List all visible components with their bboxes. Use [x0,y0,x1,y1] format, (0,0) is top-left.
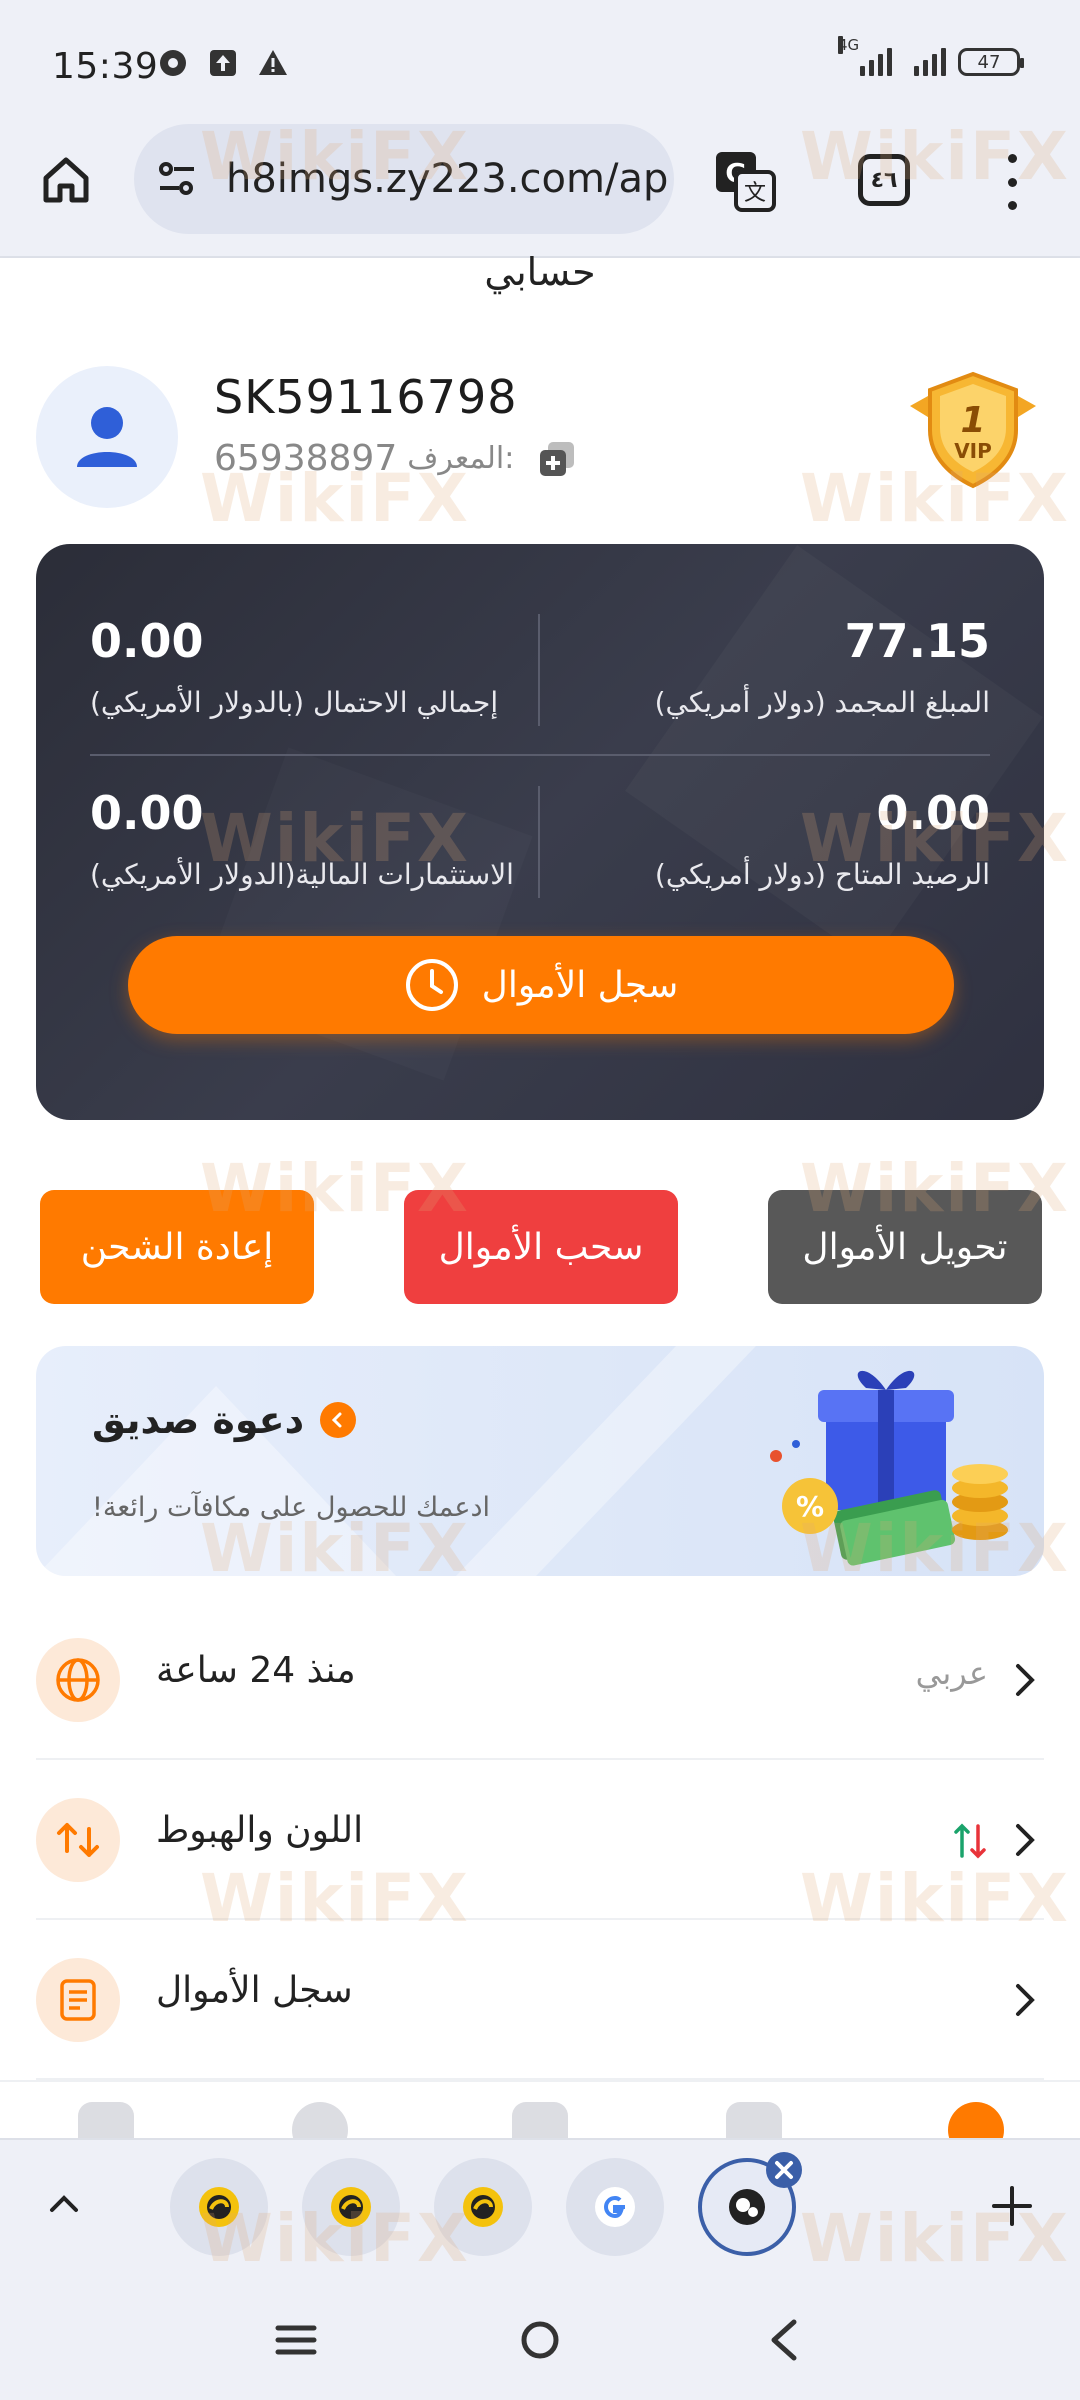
browser-tab[interactable] [566,2158,664,2256]
invite-friend-banner[interactable]: دعوة صديق !ادعمك للحصول على مكافآت رائعة… [36,1346,1044,1576]
home-icon[interactable] [38,152,94,208]
page-header: حسابي [0,250,1080,330]
upload-icon [208,48,238,78]
available-label: الرصيد المتاح (دولار أمريكي) [654,858,990,891]
recent-apps-icon[interactable] [266,2312,326,2368]
available-value: 0.00 [876,786,991,840]
chevron-right-icon [1016,1984,1035,2016]
settings-item-timezone[interactable]: منذ 24 ساعة عربي [36,1600,1044,1760]
network-type: 4G [838,36,860,54]
invite-title-row: دعوة صديق [92,1398,357,1442]
battery-icon: 47 [958,48,1024,76]
card-divider [90,754,990,756]
page-title: حسابي [484,250,596,294]
url-text: h8imgs.zy223.com/ap [226,156,669,202]
svg-text:%: % [796,1490,824,1523]
recharge-button[interactable]: إعادة الشحن [40,1190,314,1304]
chevron-right-icon [1016,1664,1035,1696]
vip-text: VIP [954,439,992,463]
chevron-up-icon[interactable] [44,2184,84,2224]
chevron-right-icon [320,1402,357,1438]
google-favicon [595,2187,635,2227]
globe-icon [36,1638,120,1722]
app-favicon [199,2187,239,2227]
settings-item-value: عربي [915,1654,988,1692]
translate-icon[interactable]: G文 [712,148,778,214]
status-notifications [158,48,288,78]
status-system-icons: 4G 47 [838,36,1024,76]
tabs-icon[interactable]: ٤٦ [858,154,910,206]
current-site-favicon [729,2189,765,2225]
gift-illustration-icon: % [770,1370,1008,1566]
browser-tab[interactable] [302,2158,400,2256]
app-favicon [331,2187,371,2227]
clock-icon [405,959,458,1011]
close-tab-icon[interactable] [764,2150,804,2190]
investments: 0.00 الاستثمارات المالية(الدولار الأمريك… [90,786,530,891]
up-down-arrows-icon [36,1798,120,1882]
svg-text:文: 文 [744,181,766,206]
total-held: 0.00 إجمالي الاحتمال (بالدولار الأمريكي) [90,614,530,719]
more-menu-icon[interactable] [1000,154,1024,210]
chrome-icon [158,48,188,78]
signal-icon: 4G [838,36,892,76]
warning-icon [258,48,288,78]
funds-history-label: سجل الأموال [481,964,679,1006]
settings-item-funds-history[interactable]: سجل الأموال [36,1920,1044,2080]
status-time: 15:39 [52,46,159,87]
settings-item-label: منذ 24 ساعة [156,1650,356,1691]
transfer-button[interactable]: تحويل الأموال [768,1190,1042,1304]
signal-icon [904,44,946,76]
investments-value: 0.00 [90,786,204,840]
vip-badge: 1 VIP [898,366,1048,494]
frozen-value: 77.15 [844,614,990,668]
app-favicon [463,2187,503,2227]
settings-item-color-rise-fall[interactable]: اللون والهبوط [36,1760,1044,1920]
user-icon [77,407,137,467]
status-bar: 15:39 4G 47 [0,0,1080,124]
rise-fall-color-icon [954,1823,986,1859]
avatar[interactable] [36,366,178,508]
user-id: SK59116798 [214,370,518,424]
total-held-value: 0.00 [90,614,204,668]
browser-toolbar: h8imgs.zy223.com/ap G文 ٤٦ [0,124,1080,258]
new-tab-icon[interactable] [990,2184,1034,2228]
referrer-row: 65938897 المعرف: [214,438,576,479]
funds-history-button[interactable]: سجل الأموال [128,936,954,1034]
home-nav-icon[interactable] [510,2312,570,2368]
total-held-label: إجمالي الاحتمال (بالدولار الأمريكي) [90,686,499,719]
site-settings-icon[interactable] [154,156,200,202]
available-balance: 0.00 الرصيد المتاح (دولار أمريكي) [550,786,990,891]
investments-label: الاستثمارات المالية(الدولار الأمريكي) [90,858,514,891]
frozen-label: المبلغ المجمد (دولار أمريكي) [654,686,990,719]
back-icon[interactable] [754,2312,814,2368]
account-content: SK59116798 65938897 المعرف: 1 VIP 77.15 … [0,330,1080,2158]
address-bar[interactable]: h8imgs.zy223.com/ap [134,124,674,234]
invite-subtitle: !ادعمك للحصول على مكافآت رائعة [92,1492,490,1523]
withdraw-button[interactable]: سحب الأموال [404,1190,678,1304]
settings-item-label: سجل الأموال [156,1970,353,2011]
copy-icon[interactable] [538,440,576,478]
chevron-right-icon [1016,1824,1035,1856]
browser-tab[interactable] [434,2158,532,2256]
browser-tab[interactable] [170,2158,268,2256]
frozen-amount: 77.15 المبلغ المجمد (دولار أمريكي) [550,614,990,719]
document-icon [36,1958,120,2042]
invite-title: دعوة صديق [92,1398,305,1442]
vip-level: 1 [960,400,985,441]
referrer-value: 65938897 [214,438,398,479]
app-tabbar-peek [0,2080,1080,2158]
assets-card: 77.15 المبلغ المجمد (دولار أمريكي) 0.00 … [36,544,1044,1120]
system-navigation-bar [0,2272,1080,2400]
settings-item-label: اللون والهبوط [156,1810,364,1851]
browser-tab-strip [0,2138,1080,2272]
referrer-label: المعرف: [407,441,515,476]
